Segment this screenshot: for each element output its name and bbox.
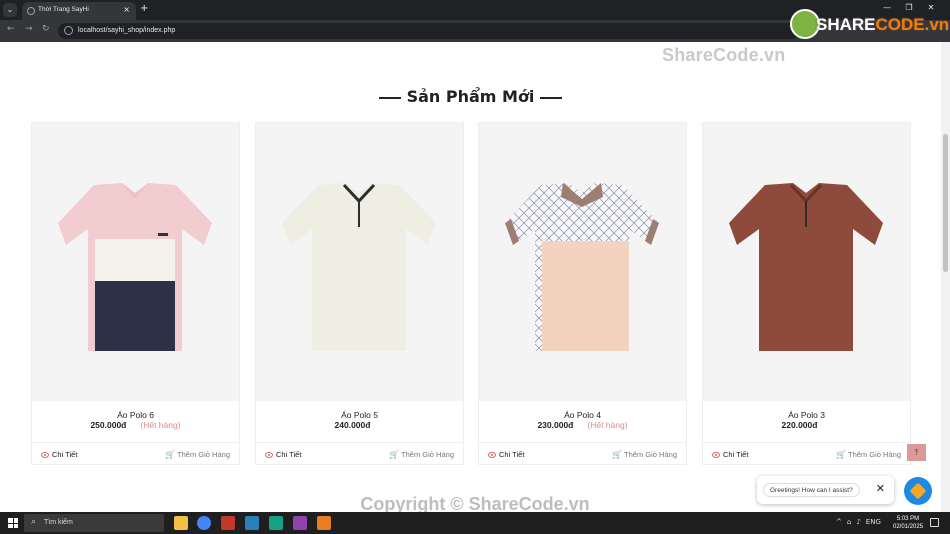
back-to-top-button[interactable]: ⤒ xyxy=(907,444,926,461)
product-price-row: 220.000đ xyxy=(703,420,910,430)
polo-shirt-illustration xyxy=(58,183,212,351)
product-image[interactable] xyxy=(703,123,910,401)
product-price: 250.000đ xyxy=(90,420,127,430)
polo-shirt-illustration xyxy=(505,183,659,351)
reload-icon[interactable]: ↻ xyxy=(42,24,50,34)
forward-arrow-icon[interactable]: → xyxy=(25,24,33,34)
back-arrow-icon[interactable]: ← xyxy=(7,24,15,34)
close-window-icon[interactable]: ✕ xyxy=(920,3,942,12)
section-heading: Sản Phẩm Mới xyxy=(0,87,941,106)
product-price: 220.000đ xyxy=(781,420,818,430)
app-icon[interactable] xyxy=(293,516,307,530)
product-name[interactable]: Áo Polo 6 xyxy=(32,410,239,420)
section-title: Sản Phẩm Mới xyxy=(406,87,535,106)
notification-icon[interactable] xyxy=(930,518,939,527)
tab-search-menu-icon[interactable]: ⌄ xyxy=(3,3,17,17)
card-actions: Chi Tiết 🛒 Thêm Giỏ Hàng xyxy=(32,442,239,466)
app-icon[interactable] xyxy=(221,516,235,530)
add-to-cart-button[interactable]: 🛒 Thêm Giỏ Hàng xyxy=(389,450,454,459)
polo-shirt-illustration xyxy=(282,183,436,351)
product-name[interactable]: Áo Polo 5 xyxy=(256,410,463,420)
product-card[interactable]: Áo Polo 5 240.000đ Chi Tiết 🛒 Thêm Giỏ Hà… xyxy=(255,122,464,465)
scroll-thumb[interactable] xyxy=(943,134,948,272)
detail-button[interactable]: Chi Tiết xyxy=(712,450,748,459)
tab-title: Thời Trang SayHi xyxy=(38,6,89,13)
app-icon[interactable] xyxy=(245,516,259,530)
minimize-icon[interactable]: — xyxy=(876,3,898,12)
add-to-cart-button[interactable]: 🛒 Thêm Giỏ Hàng xyxy=(612,450,677,459)
stock-status: (Hết hàng) xyxy=(587,420,628,430)
polo-shirt-illustration xyxy=(729,183,883,351)
taskbar-search-text[interactable]: Tìm kiếm xyxy=(44,519,73,526)
system-tray[interactable]: ^ ⌂ ♪ ENG xyxy=(836,518,886,526)
browser-tab[interactable]: Thời Trang SayHi × xyxy=(22,2,136,20)
address-bar[interactable]: localhost/sayhi_shop/index.php xyxy=(58,23,800,39)
tray-volume-icon: ♪ xyxy=(856,518,861,526)
tab-favicon-icon xyxy=(27,7,35,15)
clock-time: 5:03 PM xyxy=(896,516,920,522)
app-icon[interactable] xyxy=(317,516,331,530)
product-price: 240.000đ xyxy=(334,420,371,430)
cart-icon: 🛒 xyxy=(836,450,847,459)
cart-icon: 🛒 xyxy=(389,450,400,459)
tab-close-icon[interactable]: × xyxy=(123,5,130,14)
clock-date: 02/01/2025 xyxy=(893,524,924,530)
add-to-cart-button[interactable]: 🛒 Thêm Giỏ Hàng xyxy=(165,450,230,459)
add-to-cart-button[interactable]: 🛒 Thêm Giỏ Hàng xyxy=(836,450,901,459)
product-price-row: 230.000đ (Hết hàng) xyxy=(479,420,686,430)
logo-text: SHARECODE.vn xyxy=(816,15,950,34)
app-icon[interactable] xyxy=(269,516,283,530)
product-price-row: 250.000đ (Hết hàng) xyxy=(32,420,239,430)
search-icon: ⌕ xyxy=(31,517,37,527)
url-text[interactable]: localhost/sayhi_shop/index.php xyxy=(78,27,175,34)
product-name[interactable]: Áo Polo 4 xyxy=(479,410,686,420)
page-viewport: ShareCode.vn Sản Phẩm Mới Áo Polo 6 250.… xyxy=(0,42,950,512)
site-info-icon[interactable] xyxy=(64,26,73,35)
taskbar-search[interactable]: ⌕ Tìm kiếm xyxy=(24,514,164,532)
card-actions: Chi Tiết 🛒 Thêm Giỏ Hàng xyxy=(479,442,686,466)
product-image[interactable] xyxy=(479,123,686,401)
file-explorer-icon[interactable] xyxy=(174,516,188,530)
tray-language: ENG xyxy=(865,518,881,526)
page-scrollbar[interactable] xyxy=(941,42,950,512)
eye-icon xyxy=(265,452,273,459)
eye-icon xyxy=(712,452,720,459)
detail-button[interactable]: Chi Tiết xyxy=(488,450,524,459)
product-price-row: 240.000đ xyxy=(256,420,463,430)
cart-icon: 🛒 xyxy=(612,450,623,459)
os-taskbar: ⌕ Tìm kiếm ^ ⌂ ♪ ENG 5:03 PM 02/01/2025 xyxy=(0,512,950,534)
product-card[interactable]: Áo Polo 3 220.000đ Chi Tiết 🛒 Thêm Giỏ Hà… xyxy=(702,122,911,465)
window-controls: — ❐ ✕ xyxy=(876,3,942,12)
detail-button[interactable]: Chi Tiết xyxy=(265,450,301,459)
windows-start-icon[interactable] xyxy=(8,518,18,528)
watermark-bottom: Copyright © ShareCode.vn xyxy=(360,494,590,512)
taskbar-clock[interactable]: 5:03 PM 02/01/2025 xyxy=(893,515,923,531)
tray-chevron-icon: ^ xyxy=(836,518,842,526)
watermark-top: ShareCode.vn xyxy=(662,45,786,65)
new-tab-button[interactable]: + xyxy=(140,3,148,14)
product-card[interactable]: Áo Polo 6 250.000đ (Hết hàng) Chi Tiết 🛒 T… xyxy=(31,122,240,465)
product-card[interactable]: Áo Polo 4 230.000đ (Hết hàng) Chi Tiết 🛒 T… xyxy=(478,122,687,465)
chrome-icon[interactable] xyxy=(197,516,211,530)
card-actions: Chi Tiết 🛒 Thêm Giỏ Hàng xyxy=(256,442,463,466)
heading-dash-left xyxy=(378,96,401,99)
tray-network-icon: ⌂ xyxy=(846,518,852,526)
card-actions: Chi Tiết 🛒 Thêm Giỏ Hàng xyxy=(703,442,910,466)
eye-icon xyxy=(488,452,496,459)
restore-icon[interactable]: ❐ xyxy=(898,3,920,12)
stock-status: (Hết hàng) xyxy=(140,420,181,430)
heading-dash-right xyxy=(540,96,563,99)
product-name[interactable]: Áo Polo 3 xyxy=(703,410,910,420)
eye-icon xyxy=(41,452,49,459)
product-image[interactable] xyxy=(32,123,239,401)
product-image[interactable] xyxy=(256,123,463,401)
product-price: 230.000đ xyxy=(537,420,574,430)
detail-button[interactable]: Chi Tiết xyxy=(41,450,77,459)
cart-icon: 🛒 xyxy=(165,450,176,459)
